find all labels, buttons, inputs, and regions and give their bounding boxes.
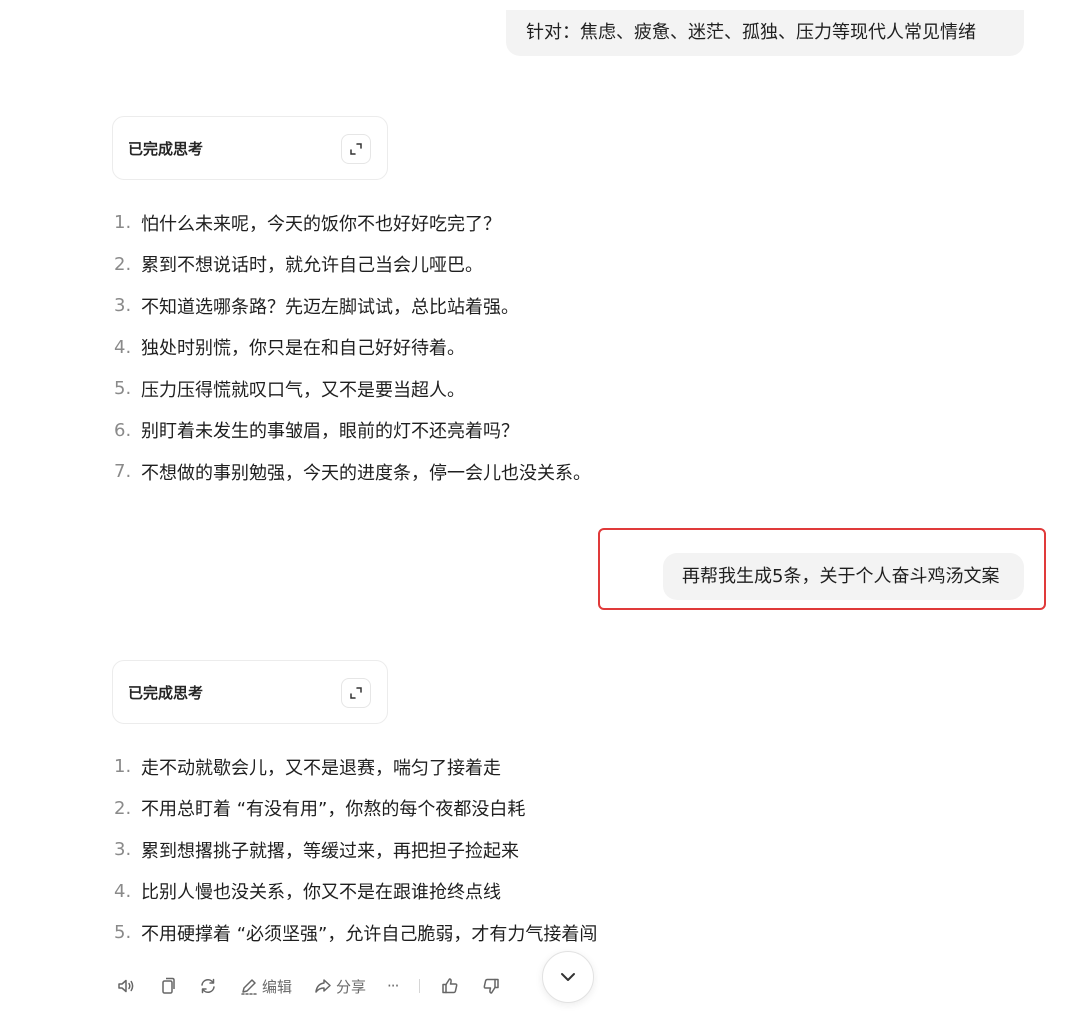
- list-item: 5. 压力压得慌就叹口气，又不是要当超人。: [114, 378, 465, 401]
- share-label: 分享: [336, 977, 367, 996]
- assistant-reply-list: 1. 怕什么未来呢，今天的饭你不也好好吃完了？ 2. 累到不想说话时，就允许自己当会…: [114, 202, 591, 493]
- thinking-card[interactable]: 已完成思考: [112, 660, 388, 724]
- speaker-icon: [118, 979, 134, 993]
- list-item: 3. 累到想撂挑子就撂，等缓过来，再把担子捡起来: [114, 839, 519, 862]
- read-aloud-button[interactable]: [116, 976, 136, 996]
- copy-icon: [162, 977, 175, 994]
- regenerate-button[interactable]: [198, 976, 218, 996]
- thumbs-down-icon: [483, 978, 500, 994]
- list-item: 1. 走不动就歇会儿，又不是退赛，喘匀了接着走: [114, 756, 501, 779]
- copy-button[interactable]: [157, 976, 177, 996]
- expand-button[interactable]: [341, 678, 371, 708]
- edit-label: 编辑: [262, 977, 293, 996]
- more-icon: ···: [387, 977, 399, 995]
- list-item: 5. 不用硬撑着 “必须坚强”，允许自己脆弱，才有力气接着闯: [114, 922, 598, 945]
- thumbs-up-icon: [442, 978, 458, 994]
- list-item: 2. 累到不想说话时，就允许自己当会儿哑巴。: [114, 253, 483, 277]
- expand-icon: [350, 143, 362, 155]
- expand-icon: [350, 687, 362, 699]
- list-item: 3. 不知道选哪条路？先迈左脚试试，总比站着强。: [114, 295, 519, 318]
- regenerate-icon: [201, 978, 215, 994]
- edit-button[interactable]: 编辑: [239, 976, 292, 997]
- list-item: 1. 怕什么未来呢，今天的饭你不也好好吃完了？: [114, 212, 501, 235]
- user-message-bubble: 针对：焦虑、疲惫、迷茫、孤独、压力等现代人常见情绪: [506, 10, 1024, 56]
- scroll-to-bottom-button[interactable]: [542, 951, 594, 1003]
- chevron-down-icon: [561, 973, 575, 981]
- thinking-label: 已完成思考: [128, 683, 204, 702]
- like-button[interactable]: [440, 976, 460, 996]
- user-message-text: 再帮我生成5条，关于个人奋斗鸡汤文案: [682, 565, 1000, 587]
- share-icon: [315, 979, 331, 993]
- dislike-button[interactable]: [481, 976, 501, 996]
- action-divider: [419, 979, 421, 993]
- expand-button[interactable]: [341, 134, 371, 164]
- edit-icon: [241, 979, 257, 995]
- list-item: 7. 不想做的事别勉强，今天的进度条，停一会儿也没关系。: [114, 461, 591, 484]
- share-button[interactable]: 分享: [313, 976, 366, 997]
- list-item: 4. 比别人慢也没关系，你又不是在跟谁抢终点线: [114, 880, 501, 904]
- list-item: 6. 别盯着未发生的事皱眉，眼前的灯不还亮着吗？: [114, 419, 519, 443]
- user-message-bubble: 再帮我生成5条，关于个人奋斗鸡汤文案: [663, 553, 1024, 600]
- thinking-label: 已完成思考: [128, 139, 204, 158]
- message-action-bar: 编辑 分享 ···: [116, 972, 522, 1000]
- list-item: 2. 不用总盯着 “有没有用”，你熬的每个夜都没白耗: [114, 797, 526, 821]
- assistant-reply-list: 1. 走不动就歇会儿，又不是退赛，喘匀了接着走 2. 不用总盯着 “有没有用”，你熬…: [114, 746, 597, 954]
- more-button[interactable]: ···: [387, 977, 399, 995]
- thinking-card[interactable]: 已完成思考: [112, 116, 388, 180]
- list-item: 4. 独处时别慌，你只是在和自己好好待着。: [114, 336, 465, 360]
- user-message-text: 针对：焦虑、疲惫、迷茫、孤独、压力等现代人常见情绪: [526, 22, 976, 43]
